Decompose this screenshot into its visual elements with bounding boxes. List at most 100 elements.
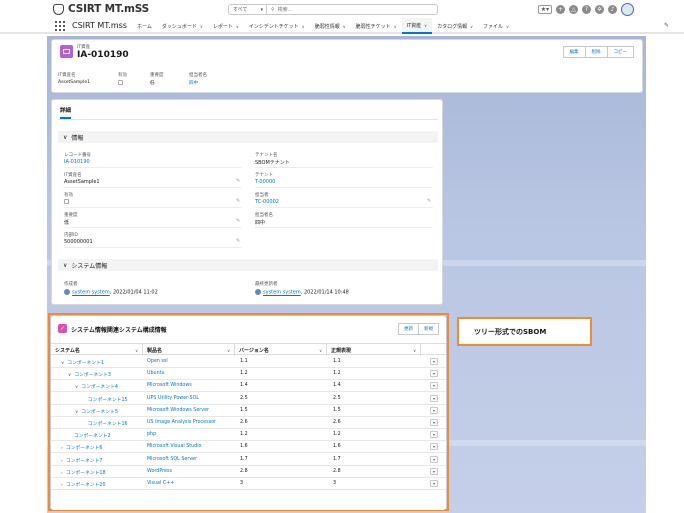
chevron-down-icon[interactable]: ∨ — [470, 24, 473, 29]
chevron-down-icon[interactable]: ∨ — [394, 24, 397, 29]
product-name-link[interactable]: Visual C++ — [147, 481, 174, 486]
row-action-menu[interactable]: ▾ — [430, 419, 438, 426]
product-name-link[interactable]: Microsoft Windows — [147, 383, 192, 388]
system-name-link[interactable]: コンポーネント3 — [74, 373, 111, 378]
pencil-icon[interactable]: ✎ — [236, 238, 240, 244]
chevron-right-icon[interactable]: › — [61, 483, 63, 488]
system-name-cell[interactable]: コンポーネント15 — [82, 396, 128, 403]
nav-item[interactable]: ダッシュボード ∨ — [157, 18, 208, 34]
pencil-icon[interactable]: ✎ — [236, 178, 240, 184]
row-action-menu[interactable]: ▾ — [430, 480, 438, 487]
gear-icon[interactable]: ✲ — [595, 5, 604, 14]
row-action-menu[interactable]: ▾ — [430, 358, 438, 365]
product-name-link[interactable]: Open ssl — [147, 359, 168, 364]
pencil-icon[interactable]: ✎ — [236, 218, 240, 224]
system-name-link[interactable]: コンポーネント4 — [81, 385, 118, 390]
product-name-link[interactable]: Microsoft Windows Server — [147, 408, 209, 413]
row-action-menu[interactable]: ▾ — [430, 394, 438, 402]
bell-icon[interactable]: ♪ — [608, 5, 617, 14]
system-name-cell[interactable]: ∨ コンポーネント5 — [75, 408, 118, 415]
pencil-icon[interactable]: ✎ — [664, 22, 669, 29]
row-action-menu[interactable]: ▾ — [430, 443, 438, 451]
system-name-link[interactable]: コンポーネント20 — [66, 483, 106, 488]
product-name-link[interactable]: US Image Analysis Processor — [147, 420, 216, 425]
section-info-header[interactable]: ∨ 情報 — [58, 131, 438, 143]
chevron-down-icon[interactable]: ∨ — [424, 23, 427, 28]
system-name-link[interactable]: コンポーネント15 — [88, 398, 128, 403]
tab-detail[interactable]: 詳細 — [60, 106, 72, 119]
nav-item[interactable]: 脆弱性チケット ∨ — [351, 18, 402, 34]
product-name-link[interactable]: WordPress — [147, 469, 172, 474]
nav-item[interactable]: ホーム — [132, 18, 157, 34]
system-name-link[interactable]: コンポーネント2 — [74, 434, 111, 439]
column-header-regex[interactable]: 正規表現 ∨ — [327, 344, 421, 356]
system-name-cell[interactable]: ∨ コンポーネント4 — [75, 383, 118, 390]
row-action-menu[interactable]: ▾ — [430, 455, 438, 463]
chevron-down-icon[interactable]: ∨ — [236, 24, 239, 29]
copy-button[interactable]: コピー — [607, 46, 634, 58]
chevron-down-icon[interactable]: ∨ — [75, 410, 78, 415]
search-scope-select[interactable]: すべて ▾ — [229, 5, 267, 14]
chevron-right-icon[interactable]: › — [61, 471, 63, 476]
system-name-link[interactable]: コンポーネント5 — [81, 410, 118, 415]
system-name-cell[interactable]: › コンポーネント20 — [61, 481, 106, 488]
favorites-icon[interactable]: ★▾ — [538, 5, 552, 14]
chevron-down-icon[interactable]: ∨ — [227, 348, 230, 353]
chevron-right-icon[interactable]: › — [61, 446, 63, 451]
row-action-menu[interactable]: ▾ — [430, 370, 438, 378]
delete-button[interactable]: 削除 — [585, 46, 608, 58]
column-header-system[interactable]: システム名 ∨ — [51, 344, 143, 356]
row-action-menu[interactable]: ▾ — [430, 431, 438, 439]
nav-item[interactable]: IT資産 ∨ — [401, 18, 433, 34]
product-name-link[interactable]: Microsoft Visual Studio — [147, 444, 201, 449]
new-button[interactable]: 新規 — [419, 323, 439, 335]
system-name-link[interactable]: コンポーネント6 — [66, 446, 103, 451]
chevron-down-icon[interactable]: ∨ — [200, 24, 203, 29]
nav-item[interactable]: インシデントチケット ∨ — [244, 18, 310, 34]
chevron-down-icon[interactable]: ∨ — [75, 385, 78, 390]
pencil-icon[interactable]: ✎ — [427, 198, 431, 204]
product-name-link[interactable]: php — [147, 432, 156, 437]
chevron-down-icon[interactable]: ∨ — [302, 24, 305, 29]
row-action-menu[interactable]: ▾ — [430, 467, 438, 475]
nav-item[interactable]: カタログ情報 ∨ — [432, 18, 478, 34]
system-name-cell[interactable]: › コンポーネント7 — [61, 457, 102, 464]
avatar[interactable] — [621, 3, 634, 16]
chevron-right-icon[interactable]: › — [61, 459, 63, 464]
field-link[interactable]: 四中 — [189, 80, 207, 86]
search-input[interactable]: 検索... — [278, 6, 293, 13]
global-search[interactable]: すべて ▾ ⚲ 検索... — [228, 4, 438, 15]
chevron-down-icon[interactable]: ∨ — [68, 373, 71, 378]
add-icon[interactable]: + — [556, 5, 565, 14]
column-header-version[interactable]: バージョン名 ∨ — [235, 344, 327, 356]
system-name-link[interactable]: コンポーネント16 — [88, 422, 128, 427]
system-name-link[interactable]: コンポーネント1 — [67, 361, 104, 366]
product-name-link[interactable]: Ubuntu — [147, 371, 165, 376]
trailhead-icon[interactable]: △ — [569, 5, 578, 14]
system-name-cell[interactable]: › コンポーネント6 — [61, 444, 102, 451]
update-button[interactable]: 更新 — [398, 323, 419, 335]
nav-item[interactable]: 脆弱性情報 ∨ — [310, 18, 351, 34]
column-header-product[interactable]: 製品名 ∨ — [143, 344, 235, 356]
edit-button[interactable]: 編集 — [562, 46, 586, 58]
created-user-link[interactable]: system system — [72, 290, 110, 296]
field-link[interactable]: IA-010190 — [64, 159, 90, 165]
row-action-menu[interactable]: ▾ — [430, 382, 438, 390]
system-name-cell[interactable]: ∨ コンポーネント3 — [68, 371, 111, 378]
field-link[interactable]: T-00000 — [255, 179, 275, 185]
app-logo[interactable]: CSIRT MT.mSS — [53, 3, 149, 15]
system-name-cell[interactable]: ∨ コンポーネント1 — [61, 359, 104, 366]
system-name-cell[interactable]: コンポーネント2 — [68, 432, 111, 439]
related-list-title[interactable]: システム情報関連システム構成情報 — [71, 325, 167, 334]
nav-item[interactable]: レポート ∨ — [208, 18, 244, 34]
pencil-icon[interactable]: ✎ — [236, 198, 240, 204]
product-name-link[interactable]: Microsoft SQL Server — [147, 457, 197, 462]
chevron-down-icon[interactable]: ∨ — [319, 348, 322, 353]
product-name-link[interactable]: UPS Utility Power-SOL — [147, 396, 199, 401]
chevron-down-icon[interactable]: ∨ — [413, 348, 416, 353]
section-system-header[interactable]: ∨ システム情報 — [58, 259, 438, 271]
system-name-cell[interactable]: › コンポーネント18 — [61, 469, 106, 476]
chevron-down-icon[interactable]: ∨ — [506, 24, 509, 29]
nav-item[interactable]: ファイル ∨ — [478, 18, 514, 34]
system-name-cell[interactable]: コンポーネント16 — [82, 420, 128, 427]
